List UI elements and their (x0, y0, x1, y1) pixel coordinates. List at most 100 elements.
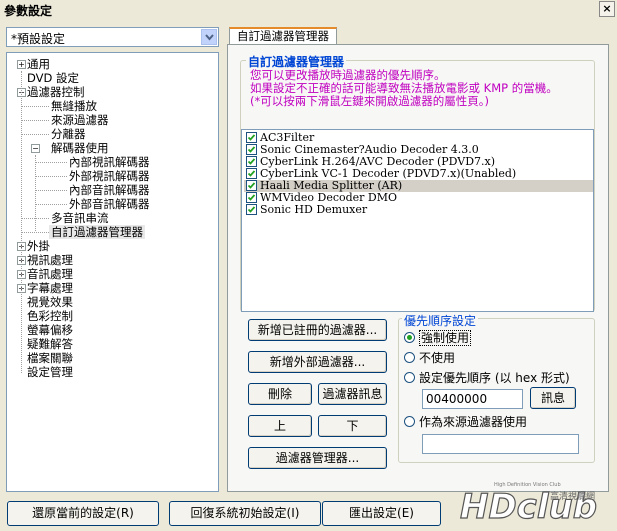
chevron-down-icon (205, 34, 214, 41)
tree-item-label: 音訊處理 (27, 267, 73, 281)
info-button[interactable]: 訊息 (530, 387, 576, 409)
export-settings-button[interactable]: 匯出設定(E) (322, 501, 441, 526)
checkmark-icon (247, 182, 256, 189)
tree-item-label: 自訂過濾器管理器 (51, 225, 143, 239)
reset-defaults-button[interactable]: 回復系統初始設定(I) (169, 501, 321, 526)
filter-name: Sonic HD Demuxer (260, 203, 368, 216)
tree-guide-line (21, 71, 22, 373)
checkmark-icon (247, 194, 256, 201)
radio-button[interactable] (404, 416, 415, 427)
tree-item[interactable]: 疑難解答 (25, 337, 75, 351)
tree-item[interactable]: 設定管理 (25, 365, 75, 379)
tree-connector (35, 190, 67, 191)
radio-do-not-use[interactable]: 不使用 (404, 351, 455, 365)
tree-item-label: 視訊處理 (27, 253, 73, 267)
hdclub-watermark-logo: High Definition Vision Club HDclub 高清視聽網 (454, 478, 614, 528)
tree-item-label: DVD 設定 (27, 71, 80, 85)
profile-dropdown-value: *預設設定 (11, 32, 66, 46)
radio-button-selected[interactable] (404, 332, 415, 343)
tree-item-label: 內部音訊解碼器 (69, 183, 150, 197)
tree-connector (21, 106, 49, 107)
filter-checkbox[interactable] (246, 204, 257, 215)
close-icon: × (602, 2, 612, 15)
title-bar: 參數設定 × (0, 0, 617, 20)
tree-item[interactable]: 來源過濾器 (49, 113, 111, 127)
tree-item[interactable]: 外部視訊解碼器 (67, 169, 152, 183)
tree-item-label: 設定管理 (27, 365, 73, 379)
tree-item[interactable]: 色彩控制 (25, 309, 75, 323)
tree-item[interactable]: 內部音訊解碼器 (67, 183, 152, 197)
radio-force-use[interactable]: 強制使用 (404, 330, 472, 346)
hex-priority-input[interactable]: 00400000 (422, 389, 523, 409)
tree-item-label: 外部音訊解碼器 (69, 197, 150, 211)
filter-checkbox[interactable] (246, 168, 257, 179)
tree-item[interactable]: 通用 (25, 57, 52, 71)
tree-connector (35, 204, 67, 205)
tree-item[interactable]: 外部音訊解碼器 (67, 197, 152, 211)
tree-item[interactable]: 視訊處理 (25, 253, 75, 267)
filter-checkbox[interactable] (246, 156, 257, 167)
filter-checkbox[interactable] (246, 144, 257, 155)
tree-item[interactable]: 多音訊串流 (49, 211, 111, 225)
radio-do-not-use-label: 不使用 (419, 351, 456, 365)
tab-custom-filter-manager[interactable]: 自訂過濾器管理器 (229, 27, 337, 45)
tree-item[interactable]: DVD 設定 (25, 71, 81, 85)
tree-item[interactable]: 螢幕偏移 (25, 323, 75, 337)
move-down-button[interactable]: 下 (318, 415, 387, 437)
tree-item[interactable]: 分離器 (49, 127, 88, 141)
tree-item[interactable]: 檔案關聯 (25, 351, 75, 365)
checkmark-icon (247, 158, 256, 165)
tree-item[interactable]: 自訂過濾器管理器 (49, 225, 145, 239)
tree-item[interactable]: 無縫播放 (49, 99, 99, 113)
tree-guide-line (35, 155, 36, 231)
filter-checkbox[interactable] (246, 132, 257, 143)
add-external-filter-button[interactable]: 新增外部過濾器... (248, 351, 387, 373)
close-button[interactable]: × (599, 1, 615, 17)
filter-manager-button[interactable]: 過濾器管理器... (248, 447, 387, 469)
tree-item-label: 字幕處理 (27, 281, 73, 295)
expand-icon[interactable]: + (17, 60, 26, 69)
radio-button[interactable] (404, 352, 415, 363)
delete-button[interactable]: 刪除 (248, 383, 312, 405)
tree-connector (21, 134, 49, 135)
tree-item-label: 外掛 (27, 239, 50, 253)
tree-item[interactable]: 字幕處理 (25, 281, 75, 295)
radio-button[interactable] (404, 372, 415, 383)
tree-item-label: 解碼器使用 (51, 141, 109, 155)
tree-item-label: 無縫播放 (51, 99, 97, 113)
tree-item-label: 通用 (27, 57, 50, 71)
tree-connector (35, 162, 67, 163)
tree-item[interactable]: 外掛 (25, 239, 52, 253)
restore-settings-button[interactable]: 還原當前的設定(R) (7, 501, 159, 526)
tree-item[interactable]: 內部視訊解碼器 (67, 155, 152, 169)
tree-item-label: 螢幕偏移 (27, 323, 73, 337)
collapse-icon[interactable]: − (31, 144, 40, 153)
dropdown-arrow-button[interactable] (201, 29, 217, 45)
filter-checkbox[interactable] (246, 180, 257, 191)
filter-list-item[interactable]: Sonic HD Demuxer (244, 204, 593, 216)
note-line-3: (*可以按兩下滑鼠左鍵來開啟過濾器的屬性頁。) (250, 94, 489, 108)
settings-tree[interactable]: 通用 + DVD 設定 過濾器控制 − 無縫播放 來源過濾器 分離器 解碼器使用 − 內部視訊解碼器… (6, 52, 219, 492)
source-filter-input[interactable] (422, 434, 579, 454)
profile-dropdown[interactable]: *預設設定 (6, 27, 219, 47)
tree-item[interactable]: 視覺效果 (25, 295, 75, 309)
tree-item[interactable]: 解碼器使用 (49, 141, 111, 155)
tree-item-label: 色彩控制 (27, 309, 73, 323)
filter-checkbox[interactable] (246, 192, 257, 203)
tree-item-label: 視覺效果 (27, 295, 73, 309)
filter-list[interactable]: AC3Filter Sonic Cinemaster?Audio Decoder … (241, 129, 594, 312)
checkmark-icon (247, 134, 256, 141)
filter-info-button[interactable]: 過濾器訊息 (318, 383, 387, 405)
tree-item[interactable]: 過濾器控制 (25, 85, 87, 99)
checkmark-icon (247, 146, 256, 153)
tree-item-label: 多音訊串流 (51, 211, 109, 225)
radio-source-filter[interactable]: 作為來源過濾器使用 (404, 415, 527, 429)
radio-set-priority[interactable]: 設定優先順序 (以 hex 形式) (404, 371, 570, 385)
priority-title: 優先順序設定 (402, 312, 479, 329)
add-registered-filter-button[interactable]: 新增已註冊的過濾器... (248, 319, 387, 341)
tree-item-label: 內部視訊解碼器 (69, 155, 150, 169)
tree-connector (21, 232, 49, 233)
radio-source-filter-label: 作為來源過濾器使用 (419, 415, 528, 429)
tree-item[interactable]: 音訊處理 (25, 267, 75, 281)
move-up-button[interactable]: 上 (248, 415, 312, 437)
